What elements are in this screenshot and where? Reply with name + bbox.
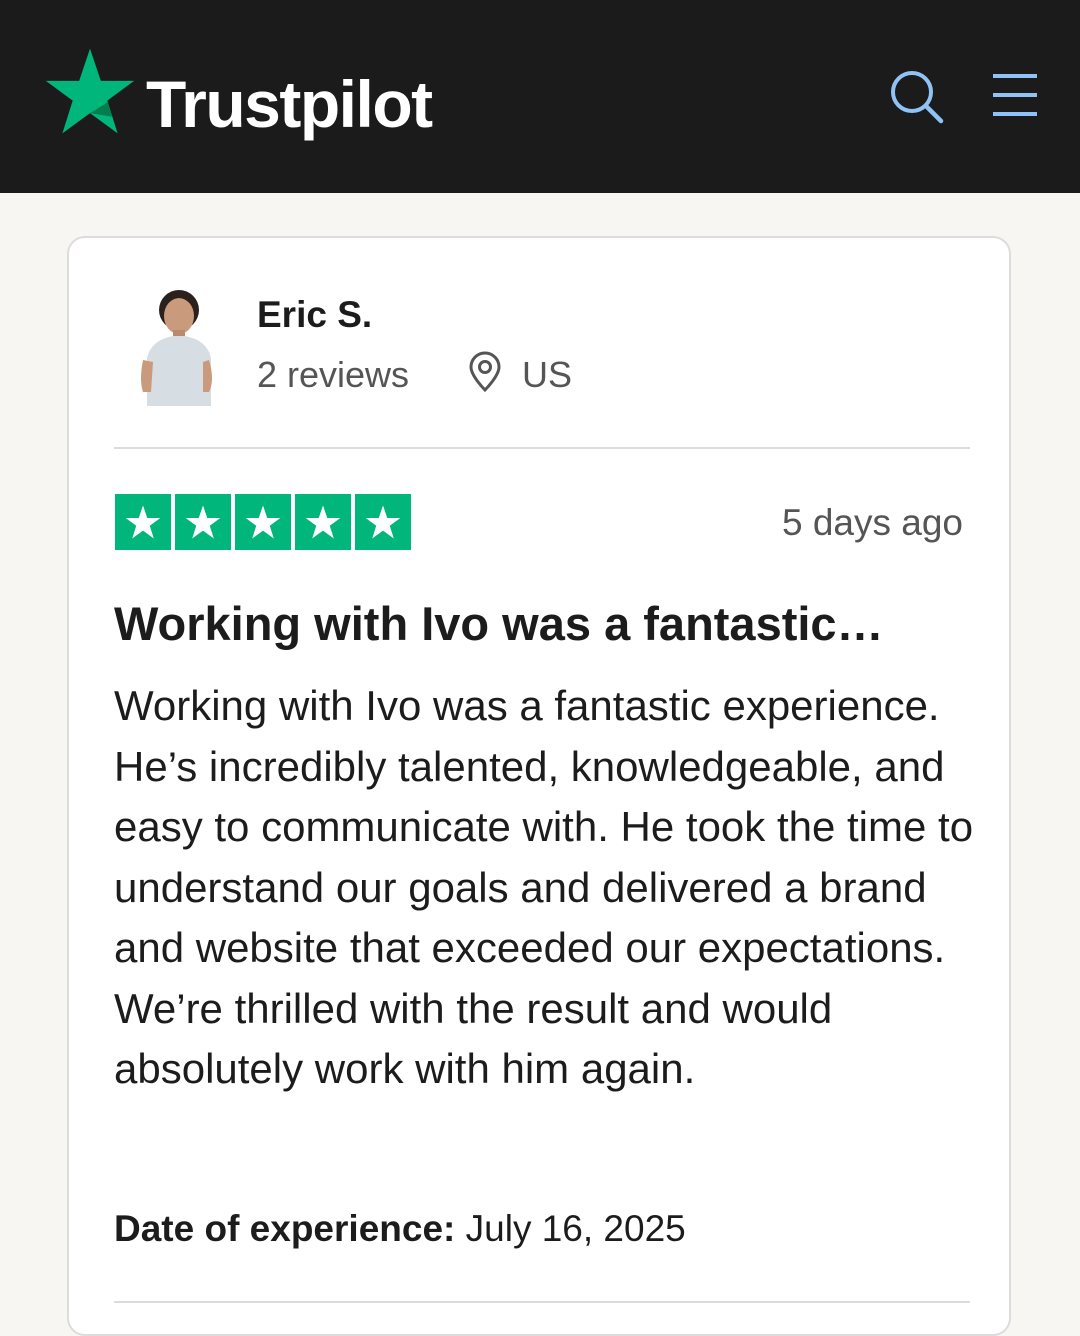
reviewer-name[interactable]: Eric S. <box>257 294 372 336</box>
menu-icon <box>993 74 1037 116</box>
top-navigation-bar: Trustpilot <box>0 0 1080 193</box>
rating-star-4 <box>295 494 351 550</box>
divider <box>114 447 970 449</box>
date-of-experience-label: Date of experience: <box>114 1208 456 1249</box>
review-title[interactable]: Working with Ivo was a fantastic… <box>114 596 974 651</box>
review-card: Eric S. 2 reviews US 5 days ago Working … <box>67 236 1011 1336</box>
rating-star-5 <box>355 494 411 550</box>
star-icon <box>245 505 281 539</box>
reviewer-avatar[interactable] <box>133 280 219 406</box>
review-posted-date: 5 days ago <box>781 502 963 543</box>
star-icon <box>185 505 221 539</box>
star-icon <box>305 505 341 539</box>
location-pin-icon <box>469 351 501 393</box>
date-of-experience: Date of experience: July 16, 2025 <box>114 1208 686 1250</box>
rating-star-2 <box>175 494 231 550</box>
search-icon <box>891 71 944 124</box>
star-icon <box>125 505 161 539</box>
date-of-experience-value: July 16, 2025 <box>465 1208 686 1249</box>
search-button[interactable] <box>886 66 946 126</box>
review-body: Working with Ivo was a fantastic experie… <box>114 682 974 1092</box>
menu-button[interactable] <box>985 66 1045 126</box>
rating-star-1 <box>115 494 171 550</box>
star-icon <box>365 505 401 539</box>
brand-name: Trustpilot <box>146 67 433 141</box>
star-rating <box>115 494 411 550</box>
reviewer-review-count: 2 reviews <box>257 354 410 395</box>
divider <box>114 1301 970 1303</box>
trustpilot-star-icon <box>45 48 135 134</box>
rating-star-3 <box>235 494 291 550</box>
reviewer-country: US <box>522 354 573 395</box>
